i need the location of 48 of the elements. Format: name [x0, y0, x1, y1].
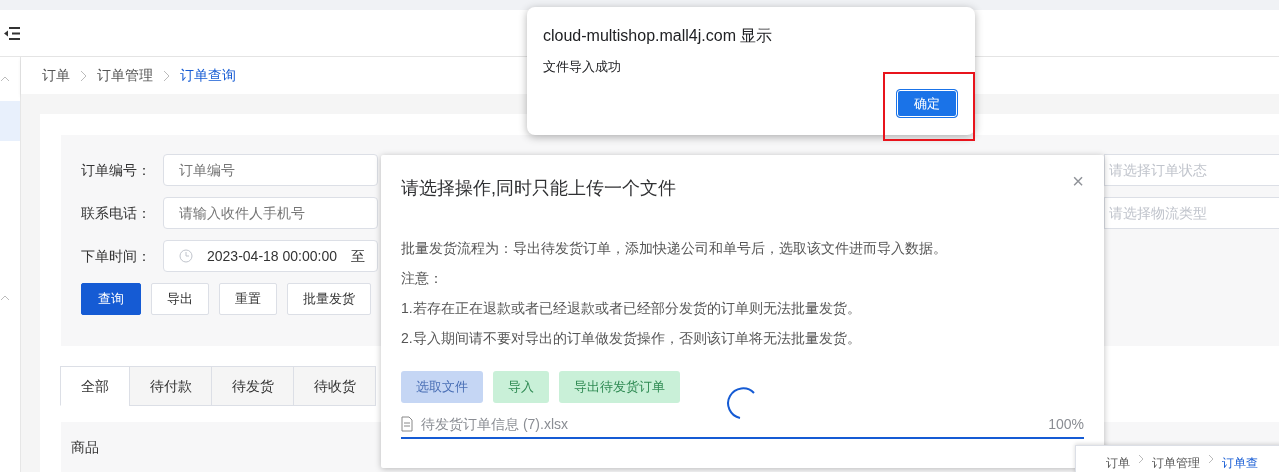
button[interactable]: 查询 [81, 283, 141, 315]
clock-icon [179, 249, 193, 263]
breadcrumb-link[interactable]: 订单查 [1222, 454, 1258, 472]
range-separator: 至 [351, 246, 365, 266]
date-range-field[interactable]: 2023-04-18 00:00:00 至 [163, 240, 378, 272]
button[interactable]: 批量发货 [287, 283, 371, 315]
field-label: 下单时间： [81, 246, 152, 266]
chevron-right-icon [1208, 454, 1214, 464]
date-value: 2023-04-18 00:00:00 [207, 246, 337, 266]
input-field[interactable]: 请输入收件人手机号 [163, 197, 378, 229]
sidebar-item[interactable] [0, 101, 20, 141]
instruction-text: 1.若存在正在退款或者已经退款或者已经部分发货的订单则无法批量发货。 [401, 299, 862, 317]
menu-icon[interactable] [4, 26, 20, 40]
chevron-icon[interactable] [0, 294, 10, 302]
column-header: 商品 [71, 437, 99, 457]
breadcrumb-link[interactable]: 订单 [42, 65, 70, 86]
file-icon [401, 416, 413, 432]
instruction-text: 2.导入期间请不要对导出的订单做发货操作，否则该订单将无法批量发货。 [401, 329, 862, 347]
instruction-text: 注意： [401, 269, 444, 287]
chevron-icon[interactable] [0, 75, 10, 83]
file-name: 待发货订单信息 (7).xlsx [421, 414, 568, 434]
breadcrumb-current: 订单查询 [180, 66, 236, 85]
tab[interactable]: 待发货 [211, 366, 294, 406]
chevron-right-icon [1138, 454, 1144, 464]
button[interactable]: 选取文件 [401, 371, 483, 403]
field-label: 联系电话： [81, 203, 152, 223]
ok-button[interactable]: 确定 [896, 89, 958, 118]
alert-title: cloud-multishop.mall4j.com 显示 [543, 26, 774, 46]
tab[interactable]: 全部 [60, 366, 130, 406]
chevron-right-icon [163, 69, 170, 82]
breadcrumb-link[interactable]: 订单管理 [97, 65, 153, 86]
progress-reading: 100% [1048, 414, 1084, 434]
instruction-text: 批量发货流程为：导出待发货订单，添加快递公司和单号后，选取该文件进而导入数据。 [401, 239, 948, 257]
dialog-title: 请选择操作,同时只能上传一个文件 [401, 177, 676, 200]
input-field[interactable]: 订单编号 [163, 154, 378, 186]
button[interactable]: 导出待发货订单 [559, 371, 680, 403]
tab[interactable]: 待付款 [129, 366, 212, 406]
breadcrumb-link[interactable]: 订单 [1106, 454, 1130, 472]
tab[interactable]: 待收货 [293, 366, 376, 406]
button[interactable]: 导入 [493, 371, 549, 403]
select-placeholder: 请选择订单状态 [1109, 160, 1207, 180]
chevron-right-icon [80, 69, 87, 82]
select-placeholder: 请选择物流类型 [1109, 203, 1207, 223]
field-label: 订单编号： [81, 160, 152, 180]
button[interactable]: 导出 [151, 283, 209, 315]
button[interactable]: 重置 [219, 283, 277, 315]
alert-message: 文件导入成功 [543, 58, 622, 76]
breadcrumb-link[interactable]: 订单管理 [1152, 454, 1200, 472]
